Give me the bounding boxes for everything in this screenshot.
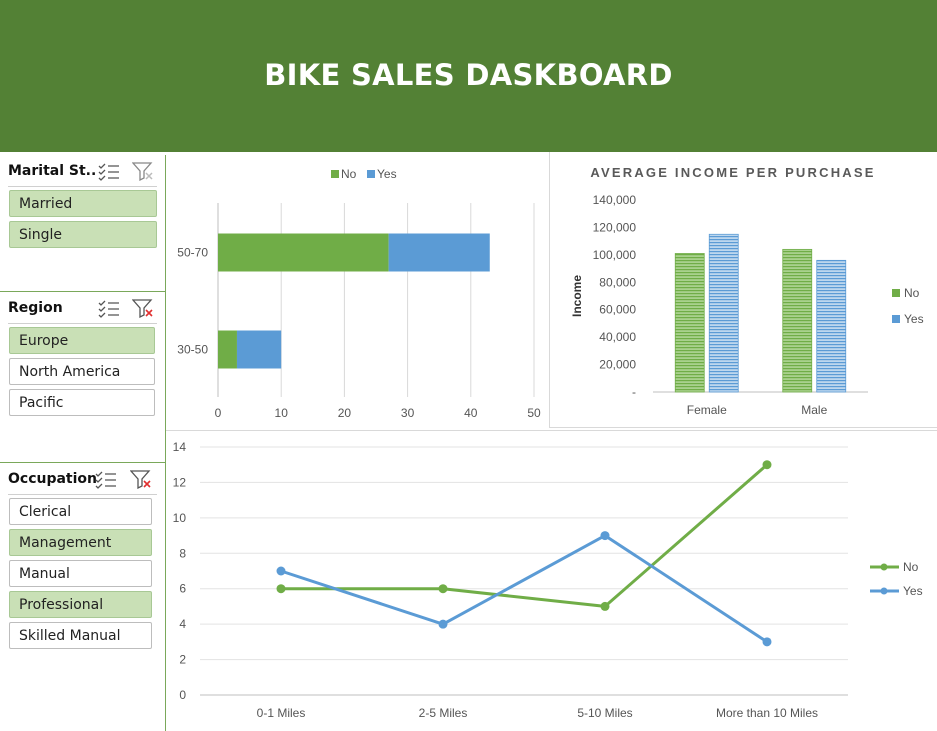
- slicer-item-pacific[interactable]: Pacific: [9, 389, 155, 416]
- multi-select-icon[interactable]: [95, 469, 117, 489]
- y-tick-label: 10: [173, 511, 187, 525]
- point-no-more-than-10-miles: [762, 460, 772, 470]
- point-no-0-1-miles: [276, 584, 286, 594]
- legend-label-no: No: [904, 286, 920, 300]
- legend-swatch-yes: [367, 170, 375, 178]
- y-tick-label: -: [632, 385, 636, 399]
- bar-50-70-yes: [388, 233, 490, 272]
- point-no-2-5-miles: [438, 584, 448, 594]
- slicer-item-north-america[interactable]: North America: [9, 358, 155, 385]
- y-tick-label: 40,000: [599, 330, 636, 344]
- bar-30-50-yes: [236, 330, 282, 369]
- y-tick-label: 2: [179, 653, 186, 667]
- y-tick-label: 120,000: [593, 220, 637, 234]
- series-line-no: [281, 463, 768, 608]
- y-tick-label: 4: [179, 617, 186, 631]
- x-category-label: Female: [687, 403, 727, 417]
- point-no-5-10-miles: [600, 601, 610, 611]
- x-category-label: More than 10 Miles: [716, 706, 818, 720]
- y-tick-label: 100,000: [593, 248, 637, 262]
- slicer-divider: [8, 494, 157, 495]
- point-yes-2-5-miles: [438, 619, 448, 629]
- slicer-item-single[interactable]: Single: [9, 221, 157, 248]
- age-bracket-chart: 0 10 20 30 40 50 50-70 30-50 No Yes: [166, 155, 548, 430]
- clear-filter-icon[interactable]: [130, 469, 152, 489]
- y-category-label: 30-50: [177, 343, 208, 357]
- y-tick-label: 20,000: [599, 358, 636, 372]
- slicer-header: Region: [0, 292, 165, 324]
- commute-distance-chart-svg: 0 2 4 6 8 10 12 14 0-1 Miles 2-5 Miles 5-10 Miles M…: [173, 440, 923, 720]
- average-income-chart: AVERAGE INCOME PER PURCHASE - 20,000 40,000…: [549, 152, 937, 428]
- legend-marker-yes: [880, 587, 888, 595]
- point-yes-more-than-10-miles: [762, 637, 772, 647]
- x-tick-label: 20: [338, 406, 352, 420]
- column-male-yes: [816, 259, 847, 393]
- slicer-header: Marital St...: [0, 155, 165, 187]
- age-bracket-chart-svg: 0 10 20 30 40 50 50-70 30-50 No Yes: [177, 167, 541, 420]
- slicer-item-skilled-manual[interactable]: Skilled Manual: [9, 622, 152, 649]
- x-tick-label: 40: [464, 406, 478, 420]
- legend-marker-no: [880, 563, 888, 571]
- x-tick-label: 10: [275, 406, 289, 420]
- legend-swatch-yes: [892, 315, 900, 323]
- slicer-item-clerical[interactable]: Clerical: [9, 498, 152, 525]
- legend-label-no: No: [903, 560, 919, 574]
- chart-title: AVERAGE INCOME PER PURCHASE: [590, 165, 875, 180]
- column-male-no: [782, 248, 813, 393]
- x-tick-label: 0: [215, 406, 222, 420]
- dashboard-banner: BIKE SALES DASKBOARD: [0, 0, 937, 152]
- slicer-item-manual[interactable]: Manual: [9, 560, 152, 587]
- slicer-item-management[interactable]: Management: [9, 529, 152, 556]
- clear-filter-icon[interactable]: [132, 161, 154, 181]
- slicer-title: Occupation: [8, 471, 98, 487]
- y-tick-label: 12: [173, 475, 187, 489]
- bar-30-50-no: [218, 330, 237, 369]
- multi-select-icon[interactable]: [98, 298, 120, 318]
- point-yes-0-1-miles: [276, 566, 286, 576]
- clear-filter-icon[interactable]: [132, 298, 154, 318]
- x-tick-label: 50: [527, 406, 541, 420]
- slicer-header: Occupation: [0, 463, 165, 495]
- dashboard-title: BIKE SALES DASKBOARD: [264, 57, 673, 92]
- point-yes-5-10-miles: [600, 531, 610, 541]
- column-female-no: [674, 253, 705, 393]
- average-income-chart-svg: AVERAGE INCOME PER PURCHASE - 20,000 40,000…: [570, 165, 924, 417]
- slicer-item-professional[interactable]: Professional: [9, 591, 152, 618]
- x-tick-label: 30: [401, 406, 415, 420]
- y-tick-label: 80,000: [599, 275, 636, 289]
- slicer-region: Region Europe North America Pacific: [0, 292, 166, 463]
- x-category-label: Male: [801, 403, 827, 417]
- slicer-occupation: Occupation Clerical Management Manual Pr…: [0, 463, 166, 731]
- x-category-label: 0-1 Miles: [257, 706, 306, 720]
- slicer-title: Region: [8, 300, 63, 316]
- column-female-yes: [708, 233, 739, 393]
- y-axis-title: Income: [570, 275, 584, 317]
- slicer-marital-status: Marital St... Married Single: [0, 155, 166, 292]
- legend-label-no: No: [341, 167, 357, 181]
- x-category-label: 2-5 Miles: [419, 706, 468, 720]
- y-tick-label: 14: [173, 440, 187, 454]
- x-category-label: 5-10 Miles: [577, 706, 632, 720]
- legend-label-yes: Yes: [377, 167, 397, 181]
- slicer-item-europe[interactable]: Europe: [9, 327, 155, 354]
- slicer-title: Marital St...: [8, 163, 96, 179]
- multi-select-icon[interactable]: [98, 161, 120, 181]
- y-tick-label: 8: [179, 546, 186, 560]
- y-tick-label: 140,000: [593, 193, 637, 207]
- commute-distance-chart: 0 2 4 6 8 10 12 14 0-1 Miles 2-5 Miles 5-10 Miles M…: [166, 430, 937, 731]
- slicer-item-married[interactable]: Married: [9, 190, 157, 217]
- y-tick-label: 0: [179, 688, 186, 702]
- y-category-label: 50-70: [177, 246, 208, 260]
- legend-label-yes: Yes: [904, 312, 924, 326]
- legend-swatch-no: [892, 289, 900, 297]
- slicer-divider: [8, 323, 157, 324]
- legend-label-yes: Yes: [903, 584, 923, 598]
- y-tick-label: 60,000: [599, 303, 636, 317]
- slicer-divider: [8, 186, 157, 187]
- legend-swatch-no: [331, 170, 339, 178]
- y-tick-label: 6: [179, 582, 186, 596]
- bar-50-70-no: [218, 233, 389, 272]
